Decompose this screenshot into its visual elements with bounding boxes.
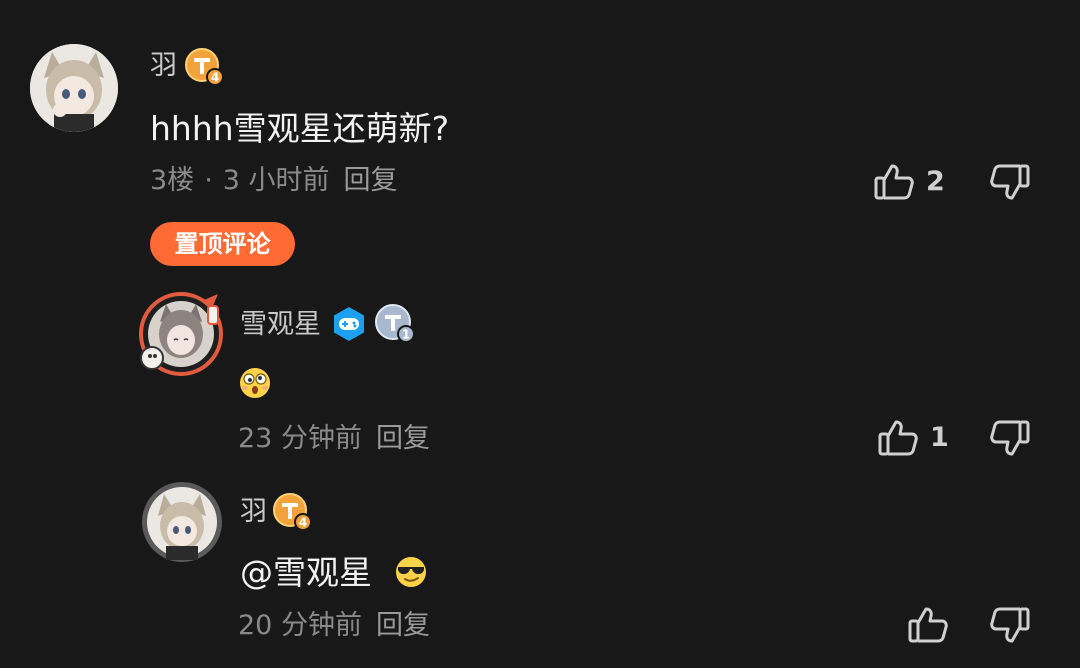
separator: · bbox=[204, 165, 213, 196]
reply-button[interactable]: 回复 bbox=[376, 423, 430, 454]
thumbs-down-icon[interactable] bbox=[988, 603, 1032, 647]
svg-text:1: 1 bbox=[402, 328, 410, 342]
reply-button[interactable]: 回复 bbox=[344, 165, 398, 196]
level-badge-icon: 1 bbox=[374, 303, 416, 345]
reply-text: @雪观星 bbox=[240, 553, 372, 592]
timestamp: 23 分钟前 bbox=[238, 423, 362, 454]
avatar-frame[interactable] bbox=[138, 292, 224, 378]
floor-number: 3楼 bbox=[150, 165, 195, 196]
svg-text:4: 4 bbox=[211, 71, 219, 85]
avatar[interactable] bbox=[30, 44, 118, 132]
avatar[interactable] bbox=[140, 480, 224, 564]
reply-button[interactable]: 回复 bbox=[376, 610, 430, 641]
reply-username[interactable]: 羽 bbox=[240, 498, 267, 525]
thumbs-up-icon[interactable] bbox=[906, 603, 950, 647]
thumbs-down-icon[interactable] bbox=[988, 160, 1032, 204]
timestamp: 20 分钟前 bbox=[238, 610, 362, 641]
level-badge-icon: 4 bbox=[184, 47, 224, 87]
reply-meta: 20 分钟前 回复 bbox=[238, 612, 430, 639]
reply-username[interactable]: 雪观星 bbox=[240, 311, 321, 338]
level-badge-icon: 4 bbox=[272, 492, 312, 532]
pinned-badge: 置顶评论 bbox=[150, 222, 295, 266]
comment-username[interactable]: 羽 bbox=[150, 52, 177, 79]
timestamp: 3 小时前 bbox=[222, 165, 330, 196]
like-count: 1 bbox=[930, 422, 949, 453]
thumbs-up-icon[interactable] bbox=[872, 160, 916, 204]
like-count: 2 bbox=[926, 166, 945, 197]
svg-text:4: 4 bbox=[299, 516, 307, 530]
reply-meta: 23 分钟前 回复 bbox=[238, 425, 430, 452]
thumbs-up-icon[interactable] bbox=[876, 416, 920, 460]
surprised-emoji bbox=[238, 366, 272, 400]
comment-text: hhhh雪观星还萌新? bbox=[150, 109, 450, 148]
game-controller-badge-icon bbox=[330, 305, 368, 343]
comment-meta: 3楼 · 3 小时前 回复 bbox=[150, 167, 398, 194]
cool-emoji bbox=[394, 555, 428, 589]
thumbs-down-icon[interactable] bbox=[988, 416, 1032, 460]
